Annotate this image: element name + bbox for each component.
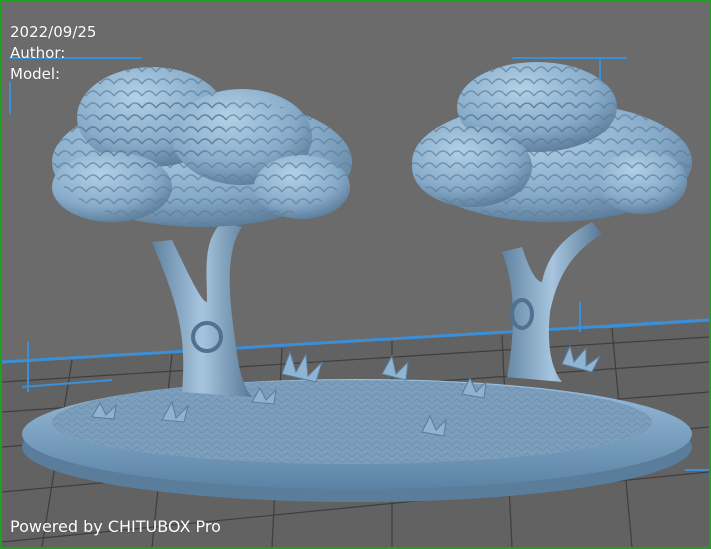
- model-date: 2022/09/25: [10, 23, 97, 41]
- model-base[interactable]: [22, 379, 692, 502]
- 3d-viewport[interactable]: 2022/09/25 Author: Model: Powered by CHI…: [0, 0, 711, 549]
- model-author-label: Author:: [10, 44, 66, 62]
- model-name-label: Model:: [10, 65, 61, 83]
- scene-canvas[interactable]: [2, 2, 709, 547]
- powered-by-watermark: Powered by CHITUBOX Pro: [10, 517, 221, 536]
- model-info-panel: 2022/09/25 Author: Model:: [10, 22, 96, 85]
